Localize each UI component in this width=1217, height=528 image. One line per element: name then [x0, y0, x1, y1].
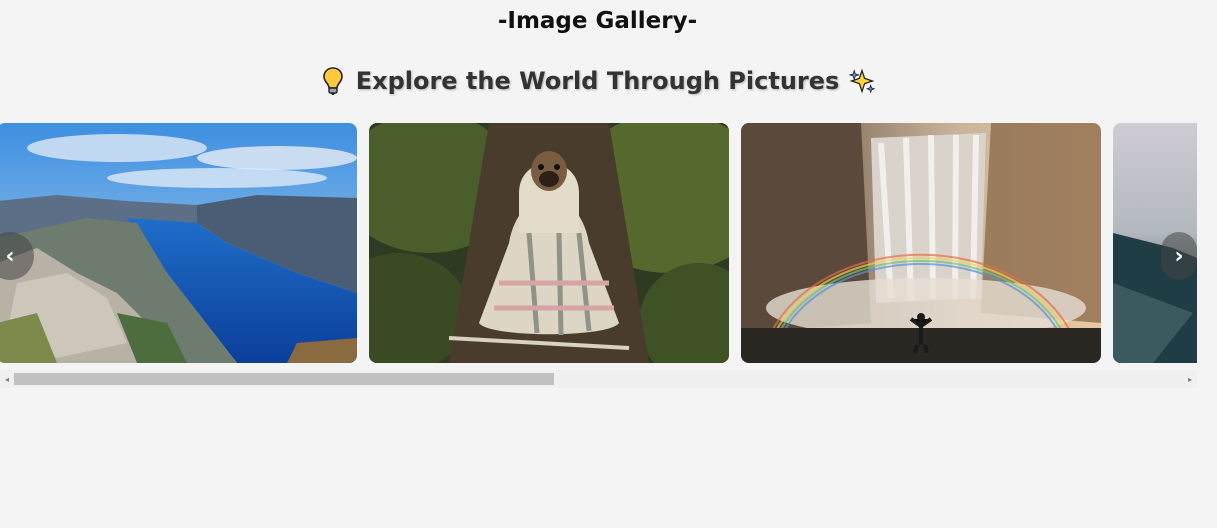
page-subtitle: Explore the World Through Pictures: [0, 66, 1195, 96]
pug-in-blanket-image: [369, 123, 729, 363]
gallery-photo-fjord[interactable]: [0, 123, 357, 363]
horizontal-scrollbar[interactable]: ◂ ▸: [0, 370, 1197, 388]
sparkles-icon: [849, 66, 876, 96]
gallery-track: [0, 123, 1197, 363]
page-title: -Image Gallery-: [497, 8, 698, 34]
gallery-photo-waterfall[interactable]: [741, 123, 1101, 363]
waterfall-rainbow-image: [741, 123, 1101, 363]
next-arrow-button[interactable]: ›: [1161, 232, 1197, 280]
scroll-right-icon[interactable]: ▸: [1183, 370, 1197, 388]
subtitle-text: Explore the World Through Pictures: [355, 67, 840, 95]
lightbulb-icon: [320, 66, 346, 96]
scrollbar-thumb[interactable]: [14, 373, 554, 385]
gallery-carousel[interactable]: [0, 123, 1197, 363]
gallery-photo-pug[interactable]: [369, 123, 729, 363]
scroll-left-icon[interactable]: ◂: [0, 370, 14, 388]
fjord-cliff-image: [0, 123, 357, 363]
